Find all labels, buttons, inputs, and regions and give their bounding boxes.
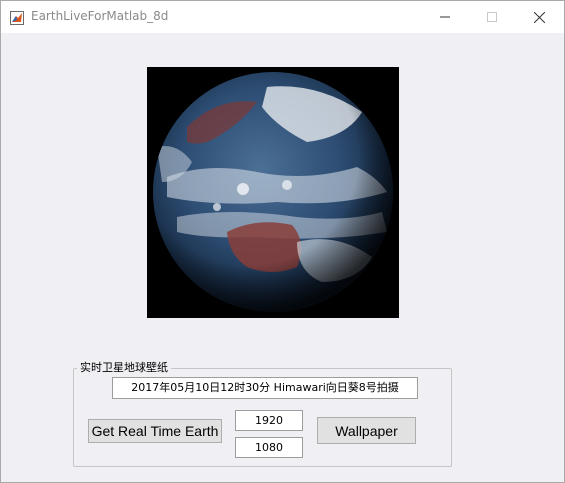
maximize-button[interactable]	[469, 1, 515, 33]
app-window: EarthLiveForMatlab_8d 实时卫星地球壁纸 2017年05月1…	[0, 0, 565, 483]
minimize-button[interactable]	[422, 1, 468, 33]
title-bar[interactable]: EarthLiveForMatlab_8d	[1, 1, 564, 33]
maximize-icon	[487, 12, 497, 22]
matlab-icon	[10, 10, 24, 25]
panel-title: 实时卫星地球壁纸	[77, 361, 171, 375]
width-input[interactable]: 1920	[235, 410, 303, 431]
close-button[interactable]	[516, 1, 562, 33]
minimize-icon	[440, 16, 450, 18]
capture-info-field[interactable]: 2017年05月10日12时30分 Himawari向日葵8号拍摄	[112, 377, 418, 399]
wallpaper-button[interactable]: Wallpaper	[317, 417, 416, 444]
close-icon	[533, 11, 545, 23]
height-input[interactable]: 1080	[235, 437, 303, 458]
earth-image	[147, 67, 399, 318]
window-title: EarthLiveForMatlab_8d	[31, 9, 169, 23]
get-real-time-earth-button[interactable]: Get Real Time Earth	[88, 419, 222, 443]
